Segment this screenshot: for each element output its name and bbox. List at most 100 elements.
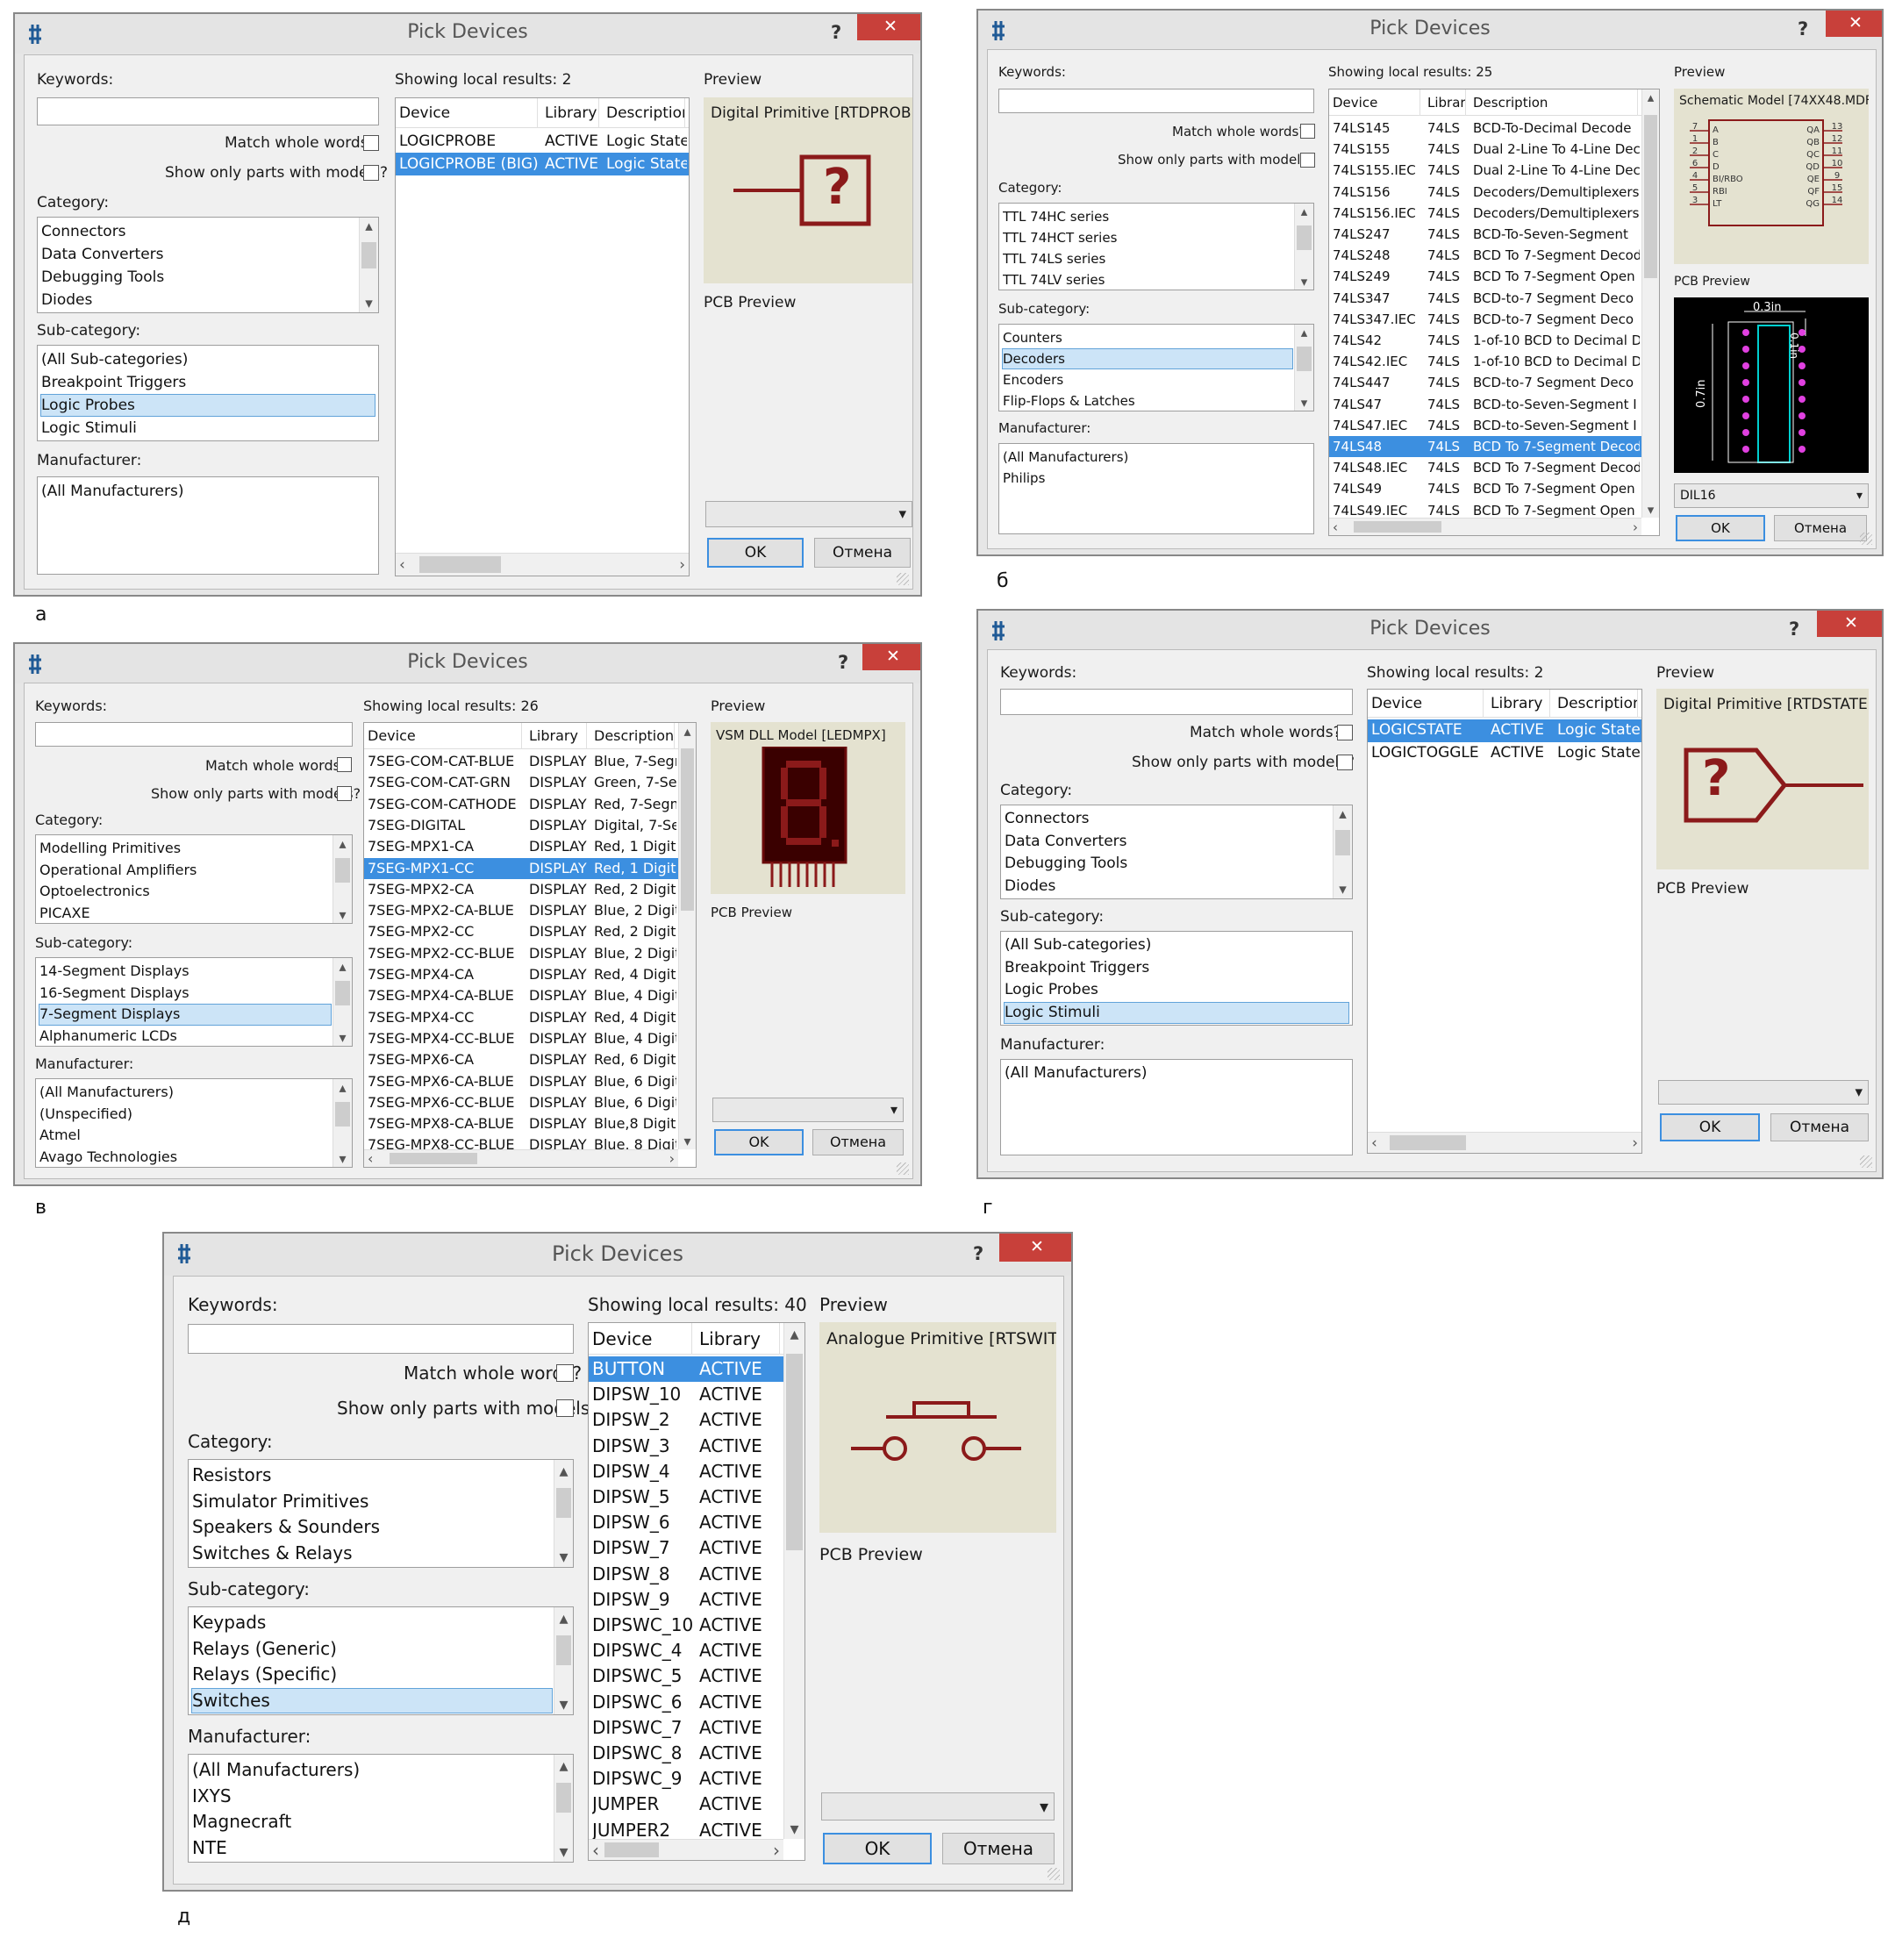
table-row[interactable]: 7SEG-DIGITAL DISPLAY Digital, 7-Seg	[364, 815, 678, 836]
table-row[interactable]: DIPSW_4 ACTIVE	[589, 1459, 783, 1484]
resize-grip[interactable]	[897, 1162, 909, 1175]
column-header[interactable]: Library	[699, 1323, 780, 1355]
manufacturer-list[interactable]: (All Manufacturers) Philips	[998, 443, 1314, 534]
horizontal-scrollbar[interactable]: ‹ ›	[589, 1839, 783, 1860]
vertical-scrollbar[interactable]: ▴ ▾	[554, 1755, 573, 1862]
table-row[interactable]: 7SEG-MPX4-CC-BLUE DISPLAY Blue, 4 Digit,	[364, 1028, 678, 1049]
list-item[interactable]: Connectors	[1005, 809, 1331, 830]
scroll-down-icon[interactable]: ▾	[554, 1841, 573, 1862]
vertical-scrollbar[interactable]: ▴ ▾	[1294, 325, 1313, 411]
scroll-thumb[interactable]	[786, 1354, 803, 1550]
scroll-right-icon[interactable]: ›	[773, 1840, 780, 1860]
list-item[interactable]: Alphanumeric LCDs	[39, 1026, 331, 1047]
table-row[interactable]: 74LS42 74LS 1-of-10 BCD to Decimal D	[1329, 330, 1641, 351]
scroll-thumb[interactable]	[335, 858, 350, 883]
category-list[interactable]: Connectors Data Converters Debugging Tools…	[1000, 805, 1353, 899]
match-whole-checkbox[interactable]	[337, 757, 352, 772]
table-row[interactable]: DIPSW_6 ACTIVE	[589, 1510, 783, 1535]
list-item[interactable]: Speakers & Sounders	[192, 1515, 552, 1540]
column-header[interactable]: Device	[1371, 690, 1484, 718]
list-item[interactable]: Diodes	[1005, 876, 1331, 898]
table-row[interactable]: 7SEG-MPX2-CA-BLUE DISPLAY Blue, 2 Digit,	[364, 900, 678, 921]
table-header[interactable]: Device Library Description	[364, 723, 678, 749]
table-row[interactable]: 7SEG-MPX4-CA DISPLAY Red, 4 Digit,	[364, 964, 678, 985]
table-row[interactable]: DIPSW_8 ACTIVE	[589, 1562, 783, 1587]
scroll-thumb[interactable]	[556, 1782, 571, 1813]
list-item[interactable]: (All Manufacturers)	[192, 1758, 552, 1783]
scroll-down-icon[interactable]: ▾	[1295, 274, 1313, 290]
manufacturer-list[interactable]: (All Manufacturers) (Unspecified) Atmel Ava…	[35, 1078, 353, 1168]
column-header[interactable]: Device	[399, 98, 538, 128]
list-item[interactable]: Resistors	[192, 1463, 552, 1488]
list-item[interactable]: TTL 74HC series	[1003, 207, 1292, 226]
manufacturer-list[interactable]: (All Manufacturers) IXYS Magnecraft NTE ▴ ▾	[188, 1754, 574, 1863]
keywords-input[interactable]	[35, 722, 353, 747]
list-item[interactable]: (All Manufacturers)	[1005, 1063, 1348, 1084]
list-item[interactable]: TTL 74LV series	[1003, 270, 1292, 290]
table-row[interactable]: 7SEG-MPX6-CA DISPLAY Red, 6 Digit,	[364, 1049, 678, 1070]
table-row[interactable]: DIPSWC_6 ACTIVE	[589, 1690, 783, 1715]
package-select[interactable]: ▾	[705, 501, 912, 527]
table-row[interactable]: DIPSWC_8 ACTIVE	[589, 1741, 783, 1766]
table-row[interactable]: 7SEG-MPX6-CC-BLUE DISPLAY Blue, 6 Digit,	[364, 1092, 678, 1113]
list-item[interactable]: PICAXE	[39, 904, 331, 924]
table-row[interactable]: 74LS347 74LS BCD-to-7 Segment Deco	[1329, 288, 1641, 309]
list-item[interactable]: Operational Amplifiers	[39, 861, 331, 881]
match-whole-checkbox[interactable]	[363, 135, 379, 151]
list-item[interactable]: Debugging Tools	[41, 267, 357, 288]
ok-button[interactable]: OK	[823, 1833, 932, 1864]
scroll-left-icon[interactable]: ‹	[1371, 1133, 1377, 1153]
ok-button[interactable]: OK	[707, 538, 804, 568]
help-button[interactable]: ?	[831, 14, 841, 51]
cancel-button[interactable]: Отмена	[942, 1833, 1055, 1864]
column-header[interactable]: Device	[592, 1323, 692, 1355]
category-list[interactable]: Resistors Simulator Primitives Speakers & …	[188, 1459, 574, 1568]
scroll-down-icon[interactable]: ▾	[554, 1546, 573, 1567]
vertical-scrollbar[interactable]: ▴ ▾	[333, 958, 352, 1046]
keywords-input[interactable]	[37, 97, 379, 125]
vertical-scrollbar[interactable]: ▴ ▾	[1294, 204, 1313, 290]
show-models-checkbox[interactable]	[1337, 755, 1353, 770]
device-table[interactable]: Device Library BUTTON ACTIVE DIPSW_10 ACTIVE D…	[588, 1322, 805, 1861]
list-item[interactable]: NTE	[192, 1836, 552, 1861]
keywords-input[interactable]	[1000, 689, 1353, 715]
table-row[interactable]: BUTTON ACTIVE	[589, 1356, 783, 1383]
table-row[interactable]: JUMPER ACTIVE	[589, 1792, 783, 1817]
scroll-thumb[interactable]	[681, 748, 694, 911]
help-button[interactable]: ?	[1798, 11, 1808, 47]
package-select[interactable]: ▾	[821, 1792, 1055, 1821]
subcategory-list[interactable]: (All Sub-categories) Breakpoint Triggers L…	[37, 345, 379, 441]
list-item[interactable]: Flip-Flops & Latches	[1003, 391, 1292, 411]
scroll-up-icon[interactable]: ▴	[1295, 325, 1313, 340]
table-row[interactable]: 74LS47 74LS BCD-to-Seven-Segment I	[1329, 394, 1641, 415]
scroll-down-icon[interactable]: ▾	[333, 906, 352, 923]
title-bar[interactable]: Pick Devices ? ✕	[15, 14, 920, 54]
scroll-up-icon[interactable]: ▴	[1334, 805, 1352, 823]
subcategory-list[interactable]: 14-Segment Displays 16-Segment Displays 7-…	[35, 957, 353, 1047]
vertical-scrollbar[interactable]: ▴ ▾	[678, 723, 696, 1149]
package-select[interactable]: DIL16 ▾	[1674, 483, 1869, 508]
scroll-left-icon[interactable]: ‹	[1333, 519, 1338, 535]
horizontal-scrollbar[interactable]: ‹ ›	[396, 553, 689, 576]
list-item[interactable]: Debugging Tools	[1005, 854, 1331, 875]
column-header[interactable]: Description	[1557, 690, 1638, 718]
table-row[interactable]: DIPSWC_5 ACTIVE	[589, 1663, 783, 1689]
show-models-checkbox[interactable]	[363, 165, 379, 181]
table-row[interactable]: 74LS49 74LS BCD To 7-Segment Open	[1329, 478, 1641, 499]
device-table[interactable]: Device Library Description LOGICSTATE ACTIVE…	[1367, 689, 1642, 1154]
scroll-thumb[interactable]	[556, 1635, 571, 1665]
scroll-thumb[interactable]	[1644, 115, 1657, 278]
close-button[interactable]: ✕	[999, 1234, 1071, 1262]
list-item[interactable]: 14-Segment Displays	[39, 962, 331, 982]
cancel-button[interactable]: Отмена	[1774, 515, 1867, 541]
scroll-right-icon[interactable]: ›	[1633, 519, 1638, 535]
list-item[interactable]: (All Manufacturers)	[41, 481, 375, 502]
scroll-down-icon[interactable]: ▾	[1295, 395, 1313, 411]
table-row[interactable]: 7SEG-MPX1-CA DISPLAY Red, 1 Digit,	[364, 836, 678, 857]
table-row[interactable]: 74LS155 74LS Dual 2-Line To 4-Line Dec	[1329, 139, 1641, 160]
scroll-thumb[interactable]	[1335, 829, 1350, 856]
vertical-scrollbar[interactable]: ▴ ▾	[1333, 805, 1352, 898]
list-item[interactable]: Data Converters	[1005, 832, 1331, 853]
scroll-down-icon[interactable]: ▾	[679, 1133, 696, 1149]
column-header[interactable]: Library	[1491, 690, 1550, 718]
